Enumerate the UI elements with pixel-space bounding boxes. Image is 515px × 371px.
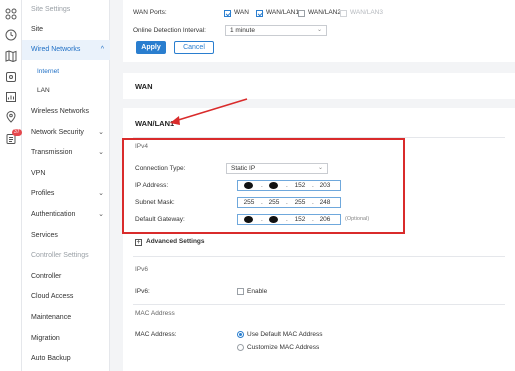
sidebar-item-label: Profiles bbox=[31, 190, 55, 197]
map-icon[interactable] bbox=[5, 50, 17, 62]
icon-rail: 37 bbox=[0, 0, 22, 371]
ipv6-label: IPv6: bbox=[135, 288, 150, 295]
highlight-box bbox=[122, 138, 405, 234]
sidebar-item-label: Migration bbox=[31, 335, 60, 342]
main-content: WAN Ports: WAN WAN/LAN1 WAN/LAN2 WAN/LAN… bbox=[110, 0, 515, 371]
clock-icon[interactable] bbox=[5, 29, 17, 41]
sidebar-item-vpn[interactable]: VPN bbox=[22, 164, 110, 184]
sidebar-item-label: Cloud Access bbox=[31, 293, 74, 300]
online-detection-label: Online Detection Interval: bbox=[133, 27, 206, 34]
chevron-down-icon: ⌄ bbox=[316, 27, 322, 33]
sidebar-item-label: Internet bbox=[37, 68, 60, 75]
chevron-up-icon: ^ bbox=[100, 46, 104, 53]
ipv6-enable-label: Enable bbox=[247, 288, 268, 295]
wan-lan2-checkbox[interactable] bbox=[298, 10, 305, 17]
mac-default-radio[interactable] bbox=[237, 331, 244, 338]
wan-title: WAN bbox=[135, 82, 153, 91]
sidebar-item-services[interactable]: Services bbox=[22, 226, 110, 246]
wan-lan3-checkbox bbox=[340, 10, 347, 17]
chart-icon[interactable] bbox=[5, 91, 17, 103]
wan-lan1-checkbox-label: WAN/LAN1 bbox=[266, 9, 299, 16]
sidebar-header-site-settings: Site Settings bbox=[31, 6, 71, 13]
sidebar-item-transmission[interactable]: Transmission ⌄ bbox=[22, 143, 110, 163]
sidebar-item-label: Site bbox=[31, 26, 44, 33]
sidebar-item-controller[interactable]: Controller bbox=[22, 267, 110, 287]
wan-lan1-title: WAN/LAN1 bbox=[135, 119, 175, 128]
sidebar: Site Settings Site Wired Networks ^ Inter… bbox=[22, 0, 110, 371]
divider bbox=[133, 256, 505, 257]
sidebar-item-label: LAN bbox=[37, 87, 50, 94]
wan-lan1-checkbox[interactable] bbox=[256, 10, 263, 17]
sidebar-item-label: Network Security bbox=[31, 129, 84, 136]
sidebar-item-label: VPN bbox=[31, 170, 46, 177]
divider bbox=[133, 304, 505, 305]
wan-card: WAN bbox=[123, 73, 515, 99]
sidebar-item-label: Services bbox=[31, 232, 58, 239]
ipv6-header: IPv6 bbox=[135, 266, 149, 273]
mac-address-header: MAC Address bbox=[135, 310, 175, 317]
sidebar-item-site[interactable]: Site bbox=[22, 20, 110, 40]
mac-custom-label: Customize MAC Address bbox=[247, 344, 320, 351]
chevron-down-icon: ⌄ bbox=[98, 211, 104, 218]
sidebar-item-label: Wireless Networks bbox=[31, 108, 89, 115]
expand-icon[interactable]: + bbox=[135, 239, 142, 246]
sidebar-header-controller-settings: Controller Settings bbox=[31, 252, 89, 259]
mac-address-label: MAC Address: bbox=[135, 331, 177, 338]
wan-ports-card: WAN Ports: WAN WAN/LAN1 WAN/LAN2 WAN/LAN… bbox=[123, 0, 515, 62]
chevron-down-icon: ⌄ bbox=[98, 190, 104, 197]
cancel-button[interactable]: Cancel bbox=[174, 41, 214, 54]
mac-custom-radio[interactable] bbox=[237, 344, 244, 351]
sidebar-item-authentication[interactable]: Authentication ⌄ bbox=[22, 205, 110, 225]
advanced-settings-toggle[interactable]: Advanced Settings bbox=[146, 238, 205, 245]
sidebar-item-label: Authentication bbox=[31, 211, 76, 218]
sidebar-item-lan[interactable]: LAN bbox=[22, 81, 110, 101]
online-detection-select[interactable]: 1 minute ⌄ bbox=[225, 25, 327, 36]
sidebar-item-label: Controller bbox=[31, 273, 62, 280]
sidebar-item-cloud-access[interactable]: Cloud Access bbox=[22, 287, 110, 307]
mac-default-label: Use Default MAC Address bbox=[247, 331, 323, 338]
sidebar-item-network-security[interactable]: Network Security ⌄ bbox=[22, 123, 110, 143]
wan-checkbox-label: WAN bbox=[234, 9, 249, 16]
wan-lan3-checkbox-label: WAN/LAN3 bbox=[350, 9, 383, 16]
apply-button[interactable]: Apply bbox=[136, 41, 166, 54]
chevron-down-icon: ⌄ bbox=[98, 149, 104, 156]
sidebar-item-wired-networks[interactable]: Wired Networks ^ bbox=[22, 40, 110, 60]
sidebar-item-auto-backup[interactable]: Auto Backup bbox=[22, 349, 110, 369]
wan-checkbox[interactable] bbox=[224, 10, 231, 17]
notification-badge: 37 bbox=[12, 129, 22, 136]
sidebar-item-internet[interactable]: Internet bbox=[22, 62, 110, 82]
ipv6-enable-checkbox[interactable] bbox=[237, 288, 244, 295]
grid-icon[interactable] bbox=[5, 8, 17, 20]
sidebar-item-label: Wired Networks bbox=[31, 46, 81, 53]
sidebar-item-profiles[interactable]: Profiles ⌄ bbox=[22, 184, 110, 204]
wan-ports-label: WAN Ports: bbox=[133, 9, 167, 16]
sidebar-item-wireless-networks[interactable]: Wireless Networks bbox=[22, 102, 110, 122]
sidebar-item-maintenance[interactable]: Maintenance bbox=[22, 308, 110, 328]
wan-lan2-checkbox-label: WAN/LAN2 bbox=[308, 9, 341, 16]
sidebar-item-label: Auto Backup bbox=[31, 355, 71, 362]
chevron-down-icon: ⌄ bbox=[98, 129, 104, 136]
sidebar-item-label: Transmission bbox=[31, 149, 73, 156]
online-detection-value: 1 minute bbox=[230, 27, 255, 34]
sidebar-item-label: Maintenance bbox=[31, 314, 72, 321]
device-icon[interactable] bbox=[5, 71, 17, 83]
location-icon[interactable] bbox=[5, 111, 17, 123]
sidebar-item-migration[interactable]: Migration bbox=[22, 329, 110, 349]
